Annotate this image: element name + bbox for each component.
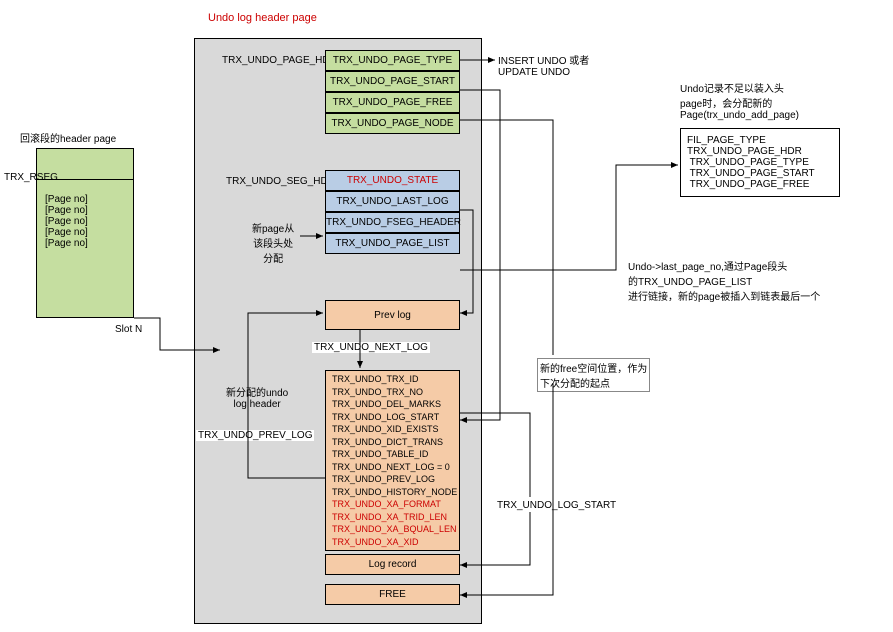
canvas: Undo log header page 回滚段的header page [Pa… <box>0 0 893 632</box>
arrows <box>0 0 893 632</box>
